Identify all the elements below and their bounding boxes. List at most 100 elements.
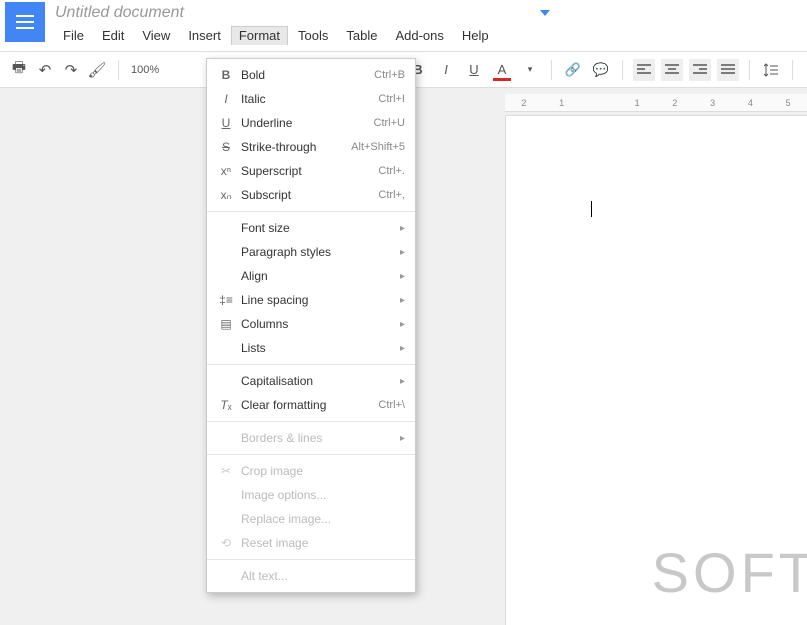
chevron-right-icon: ▸ xyxy=(400,319,405,330)
menu-view[interactable]: View xyxy=(134,26,178,45)
separator xyxy=(118,60,119,80)
menu-help[interactable]: Help xyxy=(454,26,497,45)
menu-label: Alt text... xyxy=(241,569,405,583)
menu-addons[interactable]: Add-ons xyxy=(387,26,451,45)
shortcut: Ctrl+, xyxy=(378,189,405,201)
menu-label: Borders & lines xyxy=(241,431,400,445)
shortcut: Ctrl+. xyxy=(378,165,405,177)
line-spacing-icon[interactable] xyxy=(760,59,782,81)
comment-icon[interactable]: 💬 xyxy=(590,59,612,81)
bold-icon: B xyxy=(217,68,235,82)
separator xyxy=(551,60,552,80)
menu-edit[interactable]: Edit xyxy=(94,26,132,45)
chevron-right-icon: ▸ xyxy=(400,247,405,258)
chevron-right-icon: ▸ xyxy=(400,271,405,282)
shortcut: Ctrl+\ xyxy=(378,399,405,411)
crop-icon: ✂ xyxy=(217,464,235,478)
print-icon[interactable]: 🖶 xyxy=(10,61,28,79)
ruler-tick: 2 xyxy=(656,98,694,108)
menu-separator xyxy=(207,421,415,422)
align-left-icon[interactable] xyxy=(633,59,655,81)
paint-format-icon[interactable]: 🖌 xyxy=(88,61,106,79)
chevron-right-icon: ▸ xyxy=(400,295,405,306)
document-title[interactable]: Untitled document xyxy=(55,0,807,24)
menu-capitalisation[interactable]: Capitalisation ▸ xyxy=(207,369,415,393)
menu-strikethrough[interactable]: S Strike-through Alt+Shift+5 xyxy=(207,135,415,159)
menu-alt-text: Alt text... xyxy=(207,564,415,588)
text-cursor xyxy=(591,201,592,217)
document-page[interactable]: SOFT xyxy=(505,115,807,625)
align-center-icon[interactable] xyxy=(661,59,683,81)
align-justify-icon[interactable] xyxy=(717,59,739,81)
menu-table[interactable]: Table xyxy=(338,26,385,45)
ruler-tick: 3 xyxy=(694,98,732,108)
menu-separator xyxy=(207,364,415,365)
menu-format[interactable]: Format xyxy=(231,26,288,45)
menu-separator xyxy=(207,559,415,560)
menu-superscript[interactable]: xⁿ Superscript Ctrl+. xyxy=(207,159,415,183)
horizontal-ruler[interactable]: 2 1 1 2 3 4 5 xyxy=(505,94,807,112)
menu-lists[interactable]: Lists ▸ xyxy=(207,336,415,360)
docs-logo[interactable] xyxy=(5,2,45,42)
italic-button[interactable]: I xyxy=(435,59,457,81)
ruler-tick: 5 xyxy=(769,98,807,108)
clear-format-icon: Tₓ xyxy=(217,398,235,412)
watermark-text: SOFT xyxy=(652,540,807,605)
ruler-tick: 2 xyxy=(505,98,543,108)
menu-insert[interactable]: Insert xyxy=(180,26,229,45)
shortcut: Alt+Shift+5 xyxy=(351,141,405,153)
chevron-right-icon: ▸ xyxy=(400,223,405,234)
menu-tools[interactable]: Tools xyxy=(290,26,336,45)
ruler-margin-indicator[interactable] xyxy=(540,10,550,16)
shortcut: Ctrl+I xyxy=(378,93,405,105)
menu-label: Clear formatting xyxy=(241,398,378,412)
underline-button[interactable]: U xyxy=(463,59,485,81)
menu-label: Font size xyxy=(241,221,400,235)
menu-reset-image: ⟲ Reset image xyxy=(207,531,415,555)
menu-separator xyxy=(207,454,415,455)
menu-label: Align xyxy=(241,269,400,283)
menu-label: Subscript xyxy=(241,188,378,202)
menu-italic[interactable]: I Italic Ctrl+I xyxy=(207,87,415,111)
align-right-icon[interactable] xyxy=(689,59,711,81)
menu-label: Lists xyxy=(241,341,400,355)
chevron-right-icon: ▸ xyxy=(400,376,405,387)
menu-file[interactable]: File xyxy=(55,26,92,45)
strike-icon: S xyxy=(217,140,235,154)
menu-label: Image options... xyxy=(241,488,405,502)
menu-label: Bold xyxy=(241,68,374,82)
menu-image-options: Image options... xyxy=(207,483,415,507)
menu-font-size[interactable]: Font size ▸ xyxy=(207,216,415,240)
dropdown-caret-icon[interactable]: ▾ xyxy=(519,59,541,81)
menu-line-spacing[interactable]: ‡≡ Line spacing ▸ xyxy=(207,288,415,312)
reset-icon: ⟲ xyxy=(217,536,235,550)
link-icon[interactable]: 🔗 xyxy=(562,59,584,81)
redo-icon[interactable]: ↷ xyxy=(62,61,80,79)
undo-icon[interactable]: ↶ xyxy=(36,61,54,79)
menu-bold[interactable]: B Bold Ctrl+B xyxy=(207,63,415,87)
zoom-level[interactable]: 100% xyxy=(131,64,159,76)
separator xyxy=(622,60,623,80)
menu-paragraph-styles[interactable]: Paragraph styles ▸ xyxy=(207,240,415,264)
menu-align[interactable]: Align ▸ xyxy=(207,264,415,288)
line-spacing-icon: ‡≡ xyxy=(217,293,235,307)
menu-underline[interactable]: U Underline Ctrl+U xyxy=(207,111,415,135)
separator xyxy=(792,60,793,80)
separator xyxy=(749,60,750,80)
menu-label: Reset image xyxy=(241,536,405,550)
underline-icon: U xyxy=(217,116,235,130)
menu-label: Replace image... xyxy=(241,512,405,526)
shortcut: Ctrl+B xyxy=(374,69,405,81)
menu-clear-formatting[interactable]: Tₓ Clear formatting Ctrl+\ xyxy=(207,393,415,417)
menu-subscript[interactable]: xₙ Subscript Ctrl+, xyxy=(207,183,415,207)
menu-label: Crop image xyxy=(241,464,405,478)
shortcut: Ctrl+U xyxy=(374,117,405,129)
text-color-button[interactable]: A xyxy=(491,59,513,81)
ruler-tick: 4 xyxy=(732,98,770,108)
menubar: File Edit View Insert Format Tools Table… xyxy=(55,24,807,51)
menu-label: Underline xyxy=(241,116,374,130)
ruler-tick: 1 xyxy=(618,98,656,108)
menu-columns[interactable]: ▤ Columns ▸ xyxy=(207,312,415,336)
superscript-icon: xⁿ xyxy=(217,164,235,178)
menu-borders-lines: Borders & lines ▸ xyxy=(207,426,415,450)
